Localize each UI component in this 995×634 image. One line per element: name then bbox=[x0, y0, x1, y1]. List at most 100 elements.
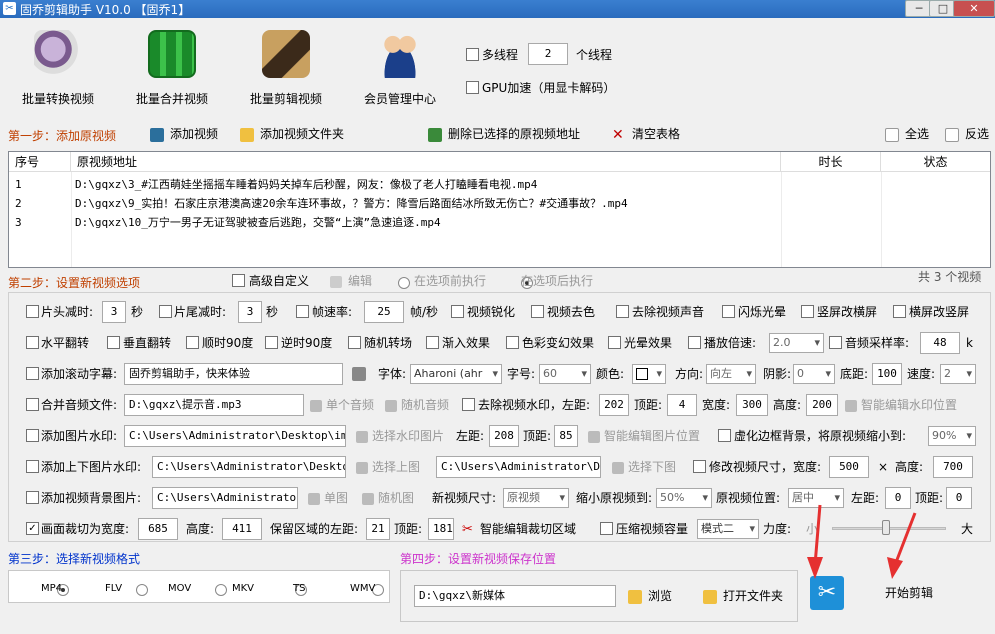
top-image-path-input[interactable]: C:\Users\Administrator\Desktop\i bbox=[152, 456, 346, 478]
text-edit-icon[interactable] bbox=[352, 367, 366, 381]
wm-width-input[interactable]: 300 bbox=[736, 394, 768, 416]
shadow-select[interactable]: 0 bbox=[793, 364, 835, 384]
font-select[interactable]: Aharoni (ahr bbox=[410, 364, 502, 384]
speed-checkbox[interactable] bbox=[688, 336, 701, 349]
direction-select[interactable]: 向左 bbox=[706, 364, 756, 384]
table-row[interactable]: 3 D:\gqxz\10_万宁一男子无证驾驶被查后逃跑，交警“上演”急速追逐.mp… bbox=[9, 213, 989, 232]
mode-select[interactable]: 模式二 bbox=[697, 519, 759, 539]
halo-checkbox[interactable] bbox=[608, 336, 621, 349]
format-radio-flv[interactable] bbox=[136, 583, 149, 596]
image-watermark-checkbox[interactable] bbox=[26, 429, 39, 442]
clear-table-button[interactable]: ✕ 清空表格 bbox=[612, 127, 680, 142]
edit-button[interactable]: 编辑 bbox=[330, 274, 372, 288]
select-all-button[interactable]: 全选 bbox=[885, 127, 929, 142]
v2h-checkbox[interactable] bbox=[801, 305, 814, 318]
crop-top-input[interactable]: 181 bbox=[428, 518, 454, 540]
crop-checkbox[interactable]: ✓ bbox=[26, 522, 39, 535]
img-top-input[interactable]: 85 bbox=[554, 425, 578, 447]
close-button[interactable]: ✕ bbox=[953, 0, 995, 17]
sharpen-checkbox[interactable] bbox=[451, 305, 464, 318]
choose-watermark-image-button[interactable]: 选择水印图片 bbox=[356, 429, 444, 443]
wm-height-input[interactable]: 200 bbox=[806, 394, 838, 416]
invert-select-button[interactable]: 反选 bbox=[945, 127, 989, 142]
random-image-button[interactable]: 随机图 bbox=[362, 491, 414, 505]
bottom-input[interactable]: 100 bbox=[872, 363, 902, 385]
hflip-checkbox[interactable] bbox=[26, 336, 39, 349]
speed-select[interactable]: 2.0 bbox=[769, 333, 824, 353]
shrink-select[interactable]: 50% bbox=[656, 488, 712, 508]
new-size-select[interactable]: 原视频 bbox=[503, 488, 569, 508]
remove-watermark-checkbox[interactable] bbox=[462, 398, 475, 411]
video-table[interactable]: 序号 原视频地址 时长 状态 1 D:\gqxz\3_#江西萌娃坐摇摇车睡着妈妈关… bbox=[8, 151, 991, 268]
wm-top-input[interactable]: 4 bbox=[667, 394, 697, 416]
updown-watermark-checkbox[interactable] bbox=[26, 460, 39, 473]
desat-checkbox[interactable] bbox=[531, 305, 544, 318]
resize-height-input[interactable]: 700 bbox=[933, 456, 973, 478]
head-cut-checkbox[interactable] bbox=[26, 305, 39, 318]
colorfx-checkbox[interactable] bbox=[506, 336, 519, 349]
resize-checkbox[interactable] bbox=[693, 460, 706, 473]
bottom-image-path-input[interactable]: C:\Users\Administrator\Desk bbox=[436, 456, 601, 478]
col-header-no[interactable]: 序号 bbox=[9, 152, 71, 172]
single-image-button[interactable]: 单图 bbox=[308, 491, 348, 505]
choose-bottom-image-button[interactable]: 选择下图 bbox=[612, 460, 676, 474]
tail-cut-input[interactable]: 3 bbox=[238, 301, 262, 323]
smart-watermark-button[interactable]: 智能编辑水印位置 bbox=[845, 398, 957, 412]
bg-top-input[interactable]: 0 bbox=[946, 487, 972, 509]
col-header-path[interactable]: 原视频地址 bbox=[71, 152, 781, 172]
member-center-button[interactable]: 会员管理中心 bbox=[350, 30, 450, 106]
table-row[interactable]: 1 D:\gqxz\3_#江西萌娃坐摇摇车睡着妈妈关掉车后秒醒，网友：像极了老人打… bbox=[9, 175, 989, 194]
samplerate-input[interactable]: 48 bbox=[920, 332, 960, 354]
crop-height-input[interactable]: 411 bbox=[222, 518, 262, 540]
save-path-input[interactable]: D:\gqxz\新媒体 bbox=[414, 585, 616, 607]
fps-checkbox[interactable] bbox=[296, 305, 309, 318]
vflip-checkbox[interactable] bbox=[107, 336, 120, 349]
smart-image-position-button[interactable]: 智能编辑图片位置 bbox=[588, 429, 700, 443]
mute-checkbox[interactable] bbox=[616, 305, 629, 318]
marquee-text-input[interactable]: 固乔剪辑助手，快来体验 bbox=[124, 363, 343, 385]
open-folder-button[interactable]: 打开文件夹 bbox=[703, 589, 783, 604]
batch-edit-button[interactable]: 批量剪辑视频 bbox=[236, 30, 336, 106]
col-header-status[interactable]: 状态 bbox=[881, 152, 990, 172]
marquee-checkbox[interactable] bbox=[26, 367, 39, 380]
img-left-input[interactable]: 208 bbox=[489, 425, 519, 447]
format-radio-mov[interactable] bbox=[215, 583, 228, 596]
col-header-duration[interactable]: 时长 bbox=[781, 152, 881, 172]
cw90-checkbox[interactable] bbox=[186, 336, 199, 349]
color-picker[interactable] bbox=[632, 364, 666, 384]
size-select[interactable]: 60 bbox=[539, 364, 591, 384]
flash-checkbox[interactable] bbox=[722, 305, 735, 318]
add-video-button[interactable]: 添加视频 bbox=[150, 127, 218, 142]
single-audio-button[interactable]: 单个音频 bbox=[310, 398, 374, 412]
batch-merge-button[interactable]: 批量合并视频 bbox=[122, 30, 222, 106]
crop-left-input[interactable]: 21 bbox=[366, 518, 390, 540]
browse-button[interactable]: 浏览 bbox=[628, 589, 672, 604]
blur-background-checkbox[interactable] bbox=[718, 429, 731, 442]
fadein-checkbox[interactable] bbox=[426, 336, 439, 349]
bg-image-checkbox[interactable] bbox=[26, 491, 39, 504]
thread-count-input[interactable]: 2 bbox=[528, 43, 568, 65]
advanced-checkbox[interactable] bbox=[232, 274, 245, 287]
multithread-checkbox[interactable] bbox=[466, 48, 479, 61]
choose-top-image-button[interactable]: 选择上图 bbox=[356, 460, 420, 474]
merge-audio-checkbox[interactable] bbox=[26, 398, 39, 411]
bg-image-path-input[interactable]: C:\Users\Administrator\D bbox=[152, 487, 298, 509]
head-cut-input[interactable]: 3 bbox=[102, 301, 126, 323]
delete-selected-button[interactable]: 删除已选择的原视频地址 bbox=[428, 127, 580, 142]
table-row[interactable]: 2 D:\gqxz\9_实拍！石家庄京港澳高速20余车连环事故，？警方：降雪后路面… bbox=[9, 194, 989, 213]
speed2-select[interactable]: 2 bbox=[940, 364, 976, 384]
smart-crop-button[interactable]: ✂ 智能编辑裁切区域 bbox=[462, 522, 576, 537]
audio-path-input[interactable]: D:\gqxz\提示音.mp3 bbox=[124, 394, 304, 416]
image-path-input[interactable]: C:\Users\Administrator\Desktop\img-q bbox=[124, 425, 346, 447]
gpu-checkbox[interactable] bbox=[466, 81, 479, 94]
crop-width-input[interactable]: 685 bbox=[138, 518, 178, 540]
h2v-checkbox[interactable] bbox=[893, 305, 906, 318]
add-folder-button[interactable]: 添加视频文件夹 bbox=[240, 127, 344, 142]
samplerate-checkbox[interactable] bbox=[829, 336, 842, 349]
fps-input[interactable]: 25 bbox=[364, 301, 404, 323]
start-edit-button[interactable]: 开始剪辑 bbox=[885, 586, 933, 600]
before-radio[interactable] bbox=[398, 276, 410, 289]
ccw90-checkbox[interactable] bbox=[265, 336, 278, 349]
wm-left-input[interactable]: 202 bbox=[599, 394, 629, 416]
resize-width-input[interactable]: 500 bbox=[829, 456, 869, 478]
